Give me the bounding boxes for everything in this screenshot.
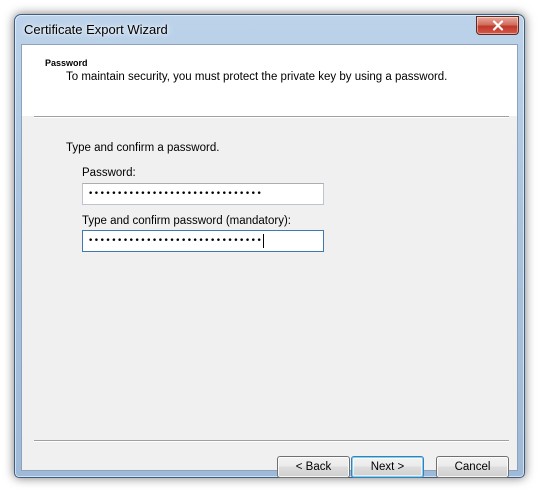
close-button[interactable] — [476, 16, 519, 35]
password-input[interactable]: •••••••••••••••••••••••••••••• — [82, 183, 324, 205]
header-divider — [34, 116, 509, 118]
screen: Certificate Export Wizard Password To ma… — [0, 0, 545, 498]
password-masked-value: •••••••••••••••••••••••••••••• — [88, 189, 263, 199]
wizard-window: Certificate Export Wizard Password To ma… — [14, 14, 525, 478]
text-caret — [263, 234, 265, 248]
instruction-text: Type and confirm a password. — [66, 142, 220, 154]
back-button[interactable]: < Back — [277, 456, 350, 478]
page-title: Password — [45, 58, 88, 68]
next-button[interactable]: Next > — [351, 456, 424, 478]
page-description: To maintain security, you must protect t… — [66, 71, 448, 83]
confirm-password-masked-value: •••••••••••••••••••••••••••••• — [88, 236, 263, 246]
window-title: Certificate Export Wizard — [24, 22, 168, 37]
wizard-header: Password To maintain security, you must … — [22, 45, 517, 116]
confirm-password-label: Type and confirm password (mandatory): — [82, 215, 292, 227]
password-label: Password: — [82, 167, 136, 179]
title-bar[interactable]: Certificate Export Wizard — [15, 15, 524, 45]
footer-divider — [34, 440, 509, 442]
close-x-icon — [492, 20, 503, 31]
cancel-button[interactable]: Cancel — [436, 456, 509, 478]
wizard-client-area: Password To maintain security, you must … — [21, 44, 518, 478]
confirm-password-input[interactable]: •••••••••••••••••••••••••••••• — [82, 230, 324, 252]
